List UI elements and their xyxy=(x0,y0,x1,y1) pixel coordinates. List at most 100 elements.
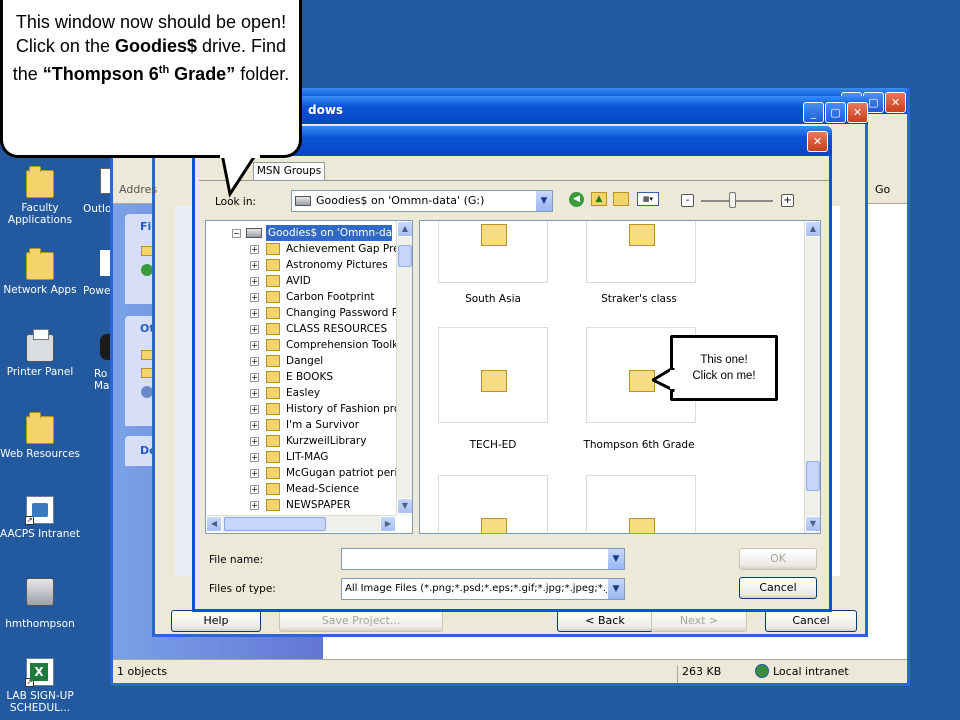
zoom-slider-thumb[interactable] xyxy=(729,192,736,208)
expand-icon[interactable]: + xyxy=(250,501,259,510)
desktop-icon-printer-panel[interactable]: Printer Panel xyxy=(0,329,80,378)
new-folder-icon[interactable] xyxy=(613,192,629,206)
desktop-icon-label: Outlo xyxy=(83,203,112,215)
tree-item[interactable]: + Changing Password P-S xyxy=(250,305,396,321)
folder-label-thompson-6th-grade[interactable]: Thompson 6th Grade xyxy=(564,439,714,451)
tree-item[interactable]: + LIT-MAG xyxy=(250,449,396,465)
expand-icon[interactable]: + xyxy=(250,485,259,494)
folder-thumb-next-2[interactable] xyxy=(586,475,696,533)
explorer-close-button[interactable]: ✕ xyxy=(885,92,906,113)
tree-item[interactable]: + Carbon Footprint xyxy=(250,289,396,305)
folder-icon xyxy=(266,243,280,255)
tree-item[interactable]: + Comprehension Toolkits xyxy=(250,337,396,353)
folder-thumb-next-1[interactable] xyxy=(438,475,548,533)
dialog-ok-button[interactable]: OK xyxy=(739,548,817,570)
desktop-icon-network-apps[interactable]: Network Apps xyxy=(0,248,80,296)
expand-icon[interactable]: + xyxy=(250,373,259,382)
hscroll-thumb[interactable] xyxy=(224,517,326,531)
expand-icon[interactable]: + xyxy=(250,389,259,398)
explorer-go-button[interactable]: Go xyxy=(875,180,905,200)
scroll-left-icon[interactable]: ◀ xyxy=(206,516,222,532)
tree-item[interactable]: + E BOOKS xyxy=(250,369,396,385)
tree-item[interactable]: + CLASS RESOURCES xyxy=(250,321,396,337)
expand-icon[interactable]: + xyxy=(250,341,259,350)
desktop-icon-outlook-partial[interactable]: Outlo xyxy=(83,168,113,218)
view-scrollbar[interactable]: ▲ ▼ xyxy=(804,221,820,533)
expand-icon[interactable]: + xyxy=(250,245,259,254)
folder-icon xyxy=(629,518,655,533)
dialog-cancel-button[interactable]: Cancel xyxy=(739,577,817,599)
expand-icon[interactable]: + xyxy=(250,405,259,414)
folder-label-tech-ed[interactable]: TECH-ED xyxy=(420,439,568,451)
back-icon[interactable]: ◀ xyxy=(569,192,584,207)
tree-item[interactable]: + Mead-Science xyxy=(250,481,396,497)
tree-item[interactable]: + Easley xyxy=(250,385,396,401)
wizard-back-button[interactable]: < Back xyxy=(557,610,653,632)
tree-item[interactable]: + NEWSPAPER xyxy=(250,497,396,513)
expand-icon[interactable]: + xyxy=(250,437,259,446)
tree-item-label: Achievement Gap Prese xyxy=(286,243,396,255)
expand-icon[interactable]: + xyxy=(250,309,259,318)
wizard-minimize-button[interactable]: _ xyxy=(803,102,824,123)
tree-item[interactable]: + AVID xyxy=(250,273,396,289)
view-menu-icon[interactable]: ▦▾ xyxy=(637,192,659,206)
look-in-dropdown[interactable]: Goodies$ on 'Ommn-data' (G:) ▼ xyxy=(291,190,553,212)
desktop-icon-faculty-applications[interactable]: Faculty Applications xyxy=(0,166,80,226)
tree-item[interactable]: + Achievement Gap Prese xyxy=(250,241,396,257)
zoom-out-button[interactable]: - xyxy=(681,194,694,207)
collapse-icon[interactable]: − xyxy=(232,229,241,238)
wizard-save-project-button[interactable]: Save Project... xyxy=(279,610,443,632)
zoom-in-button[interactable]: + xyxy=(781,194,794,207)
up-folder-icon[interactable]: ▲ xyxy=(591,192,607,206)
tree-root[interactable]: − Goodies$ on 'Ommn-data' ( xyxy=(232,225,392,241)
scroll-right-icon[interactable]: ▶ xyxy=(380,516,396,532)
desktop-icon-aacps-intranet[interactable]: ↗ AACPS Intranet xyxy=(0,496,80,540)
desktop-icon-web-resources[interactable]: Web Resources xyxy=(0,412,80,460)
scroll-up-icon[interactable]: ▲ xyxy=(805,221,820,237)
expand-icon[interactable]: + xyxy=(250,277,259,286)
zoom-slider-track[interactable] xyxy=(701,200,773,202)
desktop-icon-hmthompson[interactable]: hmthompson xyxy=(0,578,80,630)
desktop-icon-powerpoint-partial[interactable]: Power xyxy=(83,250,113,300)
wizard-close-button[interactable]: ✕ xyxy=(847,102,868,123)
excel-file-icon: ↗ xyxy=(25,658,54,687)
folder-icon xyxy=(266,387,280,399)
folder-icon xyxy=(481,224,507,246)
tree-item[interactable]: + I'm a Survivor xyxy=(250,417,396,433)
tree-item[interactable]: + KurzweilLibrary xyxy=(250,433,396,449)
tree-item[interactable]: + McGugan patriot period xyxy=(250,465,396,481)
wizard-next-button[interactable]: Next > xyxy=(651,610,747,632)
expand-icon[interactable]: + xyxy=(250,261,259,270)
tree-item[interactable]: + Astronomy Pictures xyxy=(250,257,396,273)
wizard-maximize-button[interactable]: ▢ xyxy=(825,102,846,123)
tree-item[interactable]: + History of Fashion proj xyxy=(250,401,396,417)
expand-icon[interactable]: + xyxy=(250,421,259,430)
expand-icon[interactable]: + xyxy=(250,357,259,366)
folder-thumb-south-asia[interactable] xyxy=(438,221,548,283)
scroll-down-icon[interactable]: ▼ xyxy=(397,498,412,514)
tree-item[interactable]: + Dangel xyxy=(250,353,396,369)
wizard-help-button[interactable]: Help xyxy=(171,610,261,632)
folder-label-strakers-class[interactable]: Straker's class xyxy=(564,293,714,305)
tree-scrollbar[interactable]: ▲ ▼ xyxy=(396,221,412,515)
folder-thumb-strakers-class[interactable] xyxy=(586,221,696,283)
folder-thumb-tech-ed[interactable] xyxy=(438,327,548,423)
scroll-down-icon[interactable]: ▼ xyxy=(805,516,820,532)
tree-hscrollbar[interactable]: ◀ ▶ xyxy=(206,515,396,532)
scroll-thumb[interactable] xyxy=(398,245,412,267)
expand-icon[interactable]: + xyxy=(250,469,259,478)
wizard-cancel-button[interactable]: Cancel xyxy=(765,610,857,632)
folder-label-south-asia[interactable]: South Asia xyxy=(420,293,568,305)
folder-tree[interactable]: − Goodies$ on 'Ommn-data' ( + Achievement… xyxy=(205,220,413,534)
expand-icon[interactable]: + xyxy=(250,453,259,462)
expand-icon[interactable]: + xyxy=(250,325,259,334)
chevron-down-icon: ▼ xyxy=(535,191,552,211)
scroll-thumb[interactable] xyxy=(806,461,820,491)
folder-icon xyxy=(266,483,280,495)
file-name-input[interactable]: ▼ xyxy=(341,548,625,570)
scroll-up-icon[interactable]: ▲ xyxy=(397,221,412,237)
files-of-type-dropdown[interactable]: All Image Files (*.png;*.psd;*.eps;*.gif… xyxy=(341,578,625,600)
expand-icon[interactable]: + xyxy=(250,293,259,302)
desktop-icon-lab-signup[interactable]: ↗ LAB SIGN-UP SCHEDUL... xyxy=(0,658,80,714)
dialog-close-button[interactable]: ✕ xyxy=(807,131,828,152)
